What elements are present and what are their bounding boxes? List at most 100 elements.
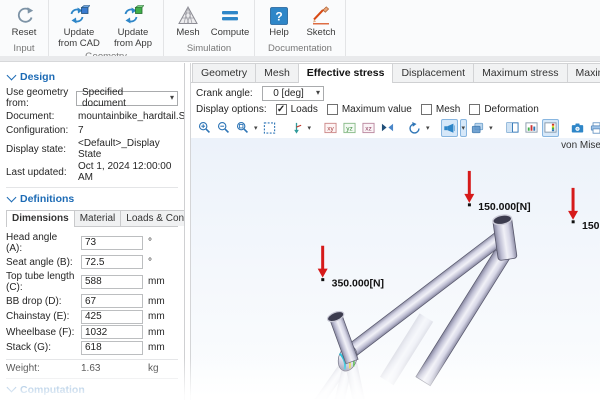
chainstay-label: Chainstay (E): [6,311,76,322]
checkbox-icon [421,104,432,115]
default-3d-view-button[interactable] [288,119,305,137]
scene-light-button[interactable] [441,119,458,137]
reset-button[interactable]: Reset [4,3,44,39]
mesh-checkbox-label: Mesh [436,104,460,115]
help-icon: ? [269,4,289,27]
tab-effective-stress[interactable]: Effective stress [298,63,394,83]
zoom-out-icon [217,120,230,135]
chevron-down-icon: ▾ [170,93,174,102]
scene-light-dropdown[interactable]: ▾ [460,119,468,137]
head-angle-field[interactable] [81,236,143,250]
stack-unit: mm [148,342,178,353]
chainstay-field[interactable] [81,310,143,324]
chevron-down-icon: ▾ [316,88,320,97]
tab-maximum-stress-range[interactable]: Maximum stress range [567,63,600,82]
tab-dimensions[interactable]: Dimensions [6,210,75,227]
load-label: 350.000[N] [332,279,384,290]
ribbon-group-documentation-label: Documentation [259,42,341,56]
scene-light-icon [443,121,456,135]
top-tube-length-label: Top tube length (C): [6,271,76,293]
section-divider [6,187,178,188]
document-value: mountainbike_hardtail.SLDPRT [76,111,185,122]
dimension-fields: Head angle (A):° Seat angle (B):° Top tu… [6,227,178,374]
definitions-section-title: Definitions [20,193,74,205]
weight-unit: kg [148,363,178,374]
print-button[interactable] [588,119,600,137]
graphics-canvas[interactable]: 150.000[N] 350.000[N] 150.0 von Mise [191,138,600,400]
weight-label: Weight: [6,363,76,374]
tab-displacement[interactable]: Displacement [392,63,474,82]
color-legend-button[interactable] [542,119,559,137]
transparency-button[interactable] [469,119,486,137]
stack-label: Stack (G): [6,342,76,353]
flip-view-button[interactable] [379,119,396,137]
definitions-tabbar: Dimensions Material Loads & Constraints [6,210,178,227]
bb-drop-unit: mm [148,296,178,307]
use-geometry-label: Use geometry from: [6,87,76,109]
rotate-view-button[interactable] [406,119,423,137]
sketch-icon [310,4,332,27]
display-option-2[interactable]: Mesh [421,104,460,115]
split-view-icon [506,121,519,134]
zoom-extents-button[interactable] [234,119,251,137]
update-from-cad-label: Update from CAD [53,28,105,50]
display-option-0[interactable]: ✓Loads [276,104,318,115]
stack-field[interactable] [81,341,143,355]
default-view-dropdown[interactable]: ▾ [307,124,313,132]
zoom-extents-icon [236,120,249,135]
tab-mesh[interactable]: Mesh [255,63,299,82]
display-option-1[interactable]: Maximum value [327,104,412,115]
use-geometry-select[interactable]: Specified document ▾ [76,91,178,106]
section-divider [6,378,178,379]
head-angle-label: Head angle (A): [6,232,76,254]
tab-maximum-stress[interactable]: Maximum stress [473,63,567,82]
tab-geometry[interactable]: Geometry [192,63,256,82]
update-from-cad-button[interactable]: Update from CAD [53,3,105,50]
top-tube-length-field[interactable] [81,275,143,289]
deformation-checkbox-label: Deformation [484,104,538,115]
rotate-view-dropdown[interactable]: ▾ [425,124,431,132]
tab-loads-constraints[interactable]: Loads & Constraints [120,210,185,226]
ribbon: Reset Input Update from CAD Update from … [0,0,600,56]
settings-sidebar: Design Use geometry from: Specified docu… [0,63,185,400]
zoom-in-button[interactable] [196,119,213,137]
ribbon-group-simulation: Mesh Compute Simulation [164,0,255,56]
checkbox-icon [469,104,480,115]
design-section-header[interactable]: Design [6,68,178,86]
display-options-label: Display options: [196,104,267,115]
checkbox-icon [327,104,338,115]
ribbon-divider [0,56,600,62]
update-from-app-button[interactable]: Update from App [107,3,159,50]
zoom-extents-dropdown[interactable]: ▾ [253,124,259,132]
maximum-value-checkbox-label: Maximum value [342,104,412,115]
load-label: 150.0 [582,221,600,232]
view-xy-plane-button[interactable]: xy [322,119,339,137]
sketch-button[interactable]: Sketch [301,3,341,39]
definitions-section-header[interactable]: Definitions [6,190,178,208]
view-xz-plane-button[interactable]: xz [360,119,377,137]
help-button[interactable]: ? Help [259,3,299,39]
seat-angle-field[interactable] [81,255,143,269]
transparency-dropdown[interactable]: ▾ [488,124,494,132]
model-scene: 150.000[N] 350.000[N] 150.0 von Mise [191,138,600,399]
bb-drop-field[interactable] [81,294,143,308]
collapse-chevron-icon [7,70,17,80]
computation-section-header[interactable]: Computation [6,381,178,399]
tab-material[interactable]: Material [74,210,122,226]
mesh-button[interactable]: Mesh [168,3,208,39]
zoom-box-button[interactable] [261,119,278,137]
mesh-icon [177,4,199,27]
bb-drop-label: BB drop (D): [6,296,76,307]
wheelbase-field[interactable] [81,325,143,339]
compute-button[interactable]: Compute [210,3,250,39]
zoom-out-button[interactable] [215,119,232,137]
crank-angle-label: Crank angle: [196,88,254,99]
help-label: Help [269,28,289,39]
crank-angle-select[interactable]: 0 [deg] ▾ [262,86,324,101]
snapshot-button[interactable] [569,119,586,137]
graphics-toolbar: ▾ ▾ xy yz xz ▾ ▾ ▾ [191,117,600,138]
display-option-3[interactable]: Deformation [469,104,538,115]
material-color-button[interactable] [523,119,540,137]
split-view-button[interactable] [504,119,521,137]
view-yz-plane-button[interactable]: yz [341,119,358,137]
